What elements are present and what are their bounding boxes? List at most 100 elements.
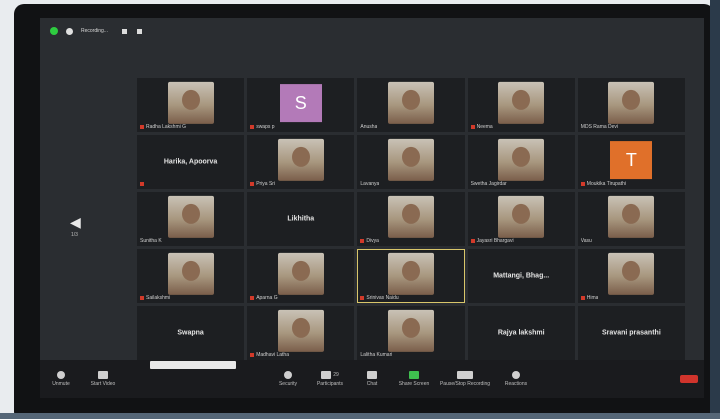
security-shield-icon[interactable] (50, 27, 58, 35)
page-indicator: 1/3 (71, 232, 78, 238)
participant-tile[interactable]: Jayasri Bhargavi (467, 192, 575, 246)
participant-video (498, 195, 545, 238)
pause-recording-icon[interactable] (121, 28, 127, 34)
recording-icon (66, 27, 73, 35)
participant-tile[interactable]: Sravani prasanthi (577, 306, 685, 360)
participant-tile[interactable]: Anusha (357, 78, 465, 132)
participant-name: Jayasri Bhargavi (470, 238, 514, 244)
chat-button[interactable]: Chat (351, 371, 393, 387)
recording-label: Recording... (81, 28, 108, 34)
muted-mic-icon (250, 295, 255, 300)
participant-tile[interactable]: Sswaps p (247, 78, 355, 132)
participant-name: Radha Lakshmi G (140, 124, 186, 130)
participant-tile[interactable]: Madhavi Latha (247, 306, 355, 360)
muted-mic-icon (140, 295, 144, 300)
participant-tile[interactable]: Lavanya (357, 135, 465, 189)
participants-button[interactable]: 29 Participants (309, 371, 351, 387)
top-bar: Recording... (40, 18, 704, 44)
security-button[interactable]: Security (267, 371, 309, 387)
participant-video (387, 138, 434, 181)
participant-tile[interactable]: Sunitha K (137, 192, 245, 246)
participant-video (608, 195, 655, 238)
participant-tile[interactable]: MDS Rama Devi (577, 78, 685, 132)
zoom-window: Recording... ◀ 1/3 Radha Lakshmi G Sswaps… (40, 18, 704, 398)
participant-tile[interactable]: Harika, Apoorva (137, 135, 245, 189)
participant-tile[interactable]: Priya Sri (247, 135, 355, 189)
participant-name: MDS Rama Devi (580, 124, 619, 130)
muted-mic-icon (140, 181, 144, 186)
participant-video (608, 81, 655, 124)
desk-edge (0, 413, 720, 419)
participant-name (140, 181, 146, 187)
muted-mic-icon (580, 295, 585, 300)
participant-name: Srinivas Naidu (360, 295, 399, 301)
muted-mic-icon (250, 181, 255, 186)
participant-tile[interactable]: Rajya lakshmi (467, 306, 575, 360)
participant-name: Sailakshmi (140, 295, 170, 301)
participant-video (387, 195, 434, 238)
participant-video (387, 81, 434, 124)
participant-avatar: S (279, 84, 322, 123)
participant-video (387, 252, 434, 295)
participant-tile[interactable]: Swetha Jagirdar (467, 135, 575, 189)
participant-tile[interactable]: Hima (577, 249, 685, 303)
participant-tile[interactable]: Divya (357, 192, 465, 246)
stop-recording-icon[interactable] (136, 28, 142, 34)
participants-count: 29 (333, 372, 339, 378)
participant-name: Aparna G (250, 295, 278, 301)
participant-name: Neema (470, 124, 493, 130)
end-meeting-button[interactable] (680, 375, 698, 383)
meeting-toolbar: Unmute Start Video Security 29 Participa… (40, 360, 704, 398)
start-video-button[interactable]: Start Video (82, 371, 124, 387)
gallery-grid: Radha Lakshmi G Sswaps p Anusha Neema MDS Ra… (137, 78, 685, 360)
muted-mic-icon (250, 124, 255, 129)
participant-video (277, 138, 324, 181)
microphone-icon (57, 371, 65, 379)
participant-tile[interactable]: Radha Lakshmi G (137, 78, 245, 132)
participant-video (167, 81, 214, 124)
participant-tile[interactable]: Vasu (577, 192, 685, 246)
reactions-button[interactable]: Reactions (495, 371, 537, 387)
participant-tile[interactable]: Lalitha Kumari (357, 306, 465, 360)
shield-icon (284, 371, 292, 379)
pause-stop-recording-button[interactable]: Pause/Stop Recording (435, 371, 495, 387)
participant-name: Lalitha Kumari (360, 352, 393, 358)
chat-bubble-icon (367, 371, 377, 379)
muted-mic-icon (360, 295, 365, 300)
participant-avatar: T (610, 141, 653, 180)
participant-center-name: Harika, Apoorva (163, 158, 218, 166)
participant-name: Moukika Tirupathi (580, 181, 626, 187)
unmute-button[interactable]: Unmute (40, 371, 82, 387)
participant-video (608, 252, 655, 295)
muted-mic-icon (470, 124, 475, 129)
people-icon (321, 371, 332, 379)
participant-center-name: Rajya lakshmi (497, 329, 545, 337)
notification-bar (150, 361, 236, 369)
participant-tile[interactable]: Srinivas Naidu (357, 249, 465, 303)
participant-video (387, 309, 434, 352)
share-screen-button[interactable]: Share Screen (393, 371, 435, 387)
muted-mic-icon (580, 181, 585, 186)
participant-tile[interactable]: T Moukika Tirupathi (577, 135, 685, 189)
participant-video (498, 81, 545, 124)
participant-name: Vasu (580, 238, 592, 244)
participant-tile[interactable]: Sailakshmi (137, 249, 245, 303)
participant-tile[interactable]: Mattangi, Bhag... (467, 249, 575, 303)
participant-center-name: Likhitha (287, 215, 315, 223)
participant-name: Lavanya (360, 181, 380, 187)
participant-video (498, 138, 545, 181)
previous-page-arrow-icon[interactable]: ◀ (70, 214, 81, 231)
participant-tile[interactable]: Swapna (137, 306, 245, 360)
muted-mic-icon (360, 238, 365, 243)
participant-video (277, 309, 324, 352)
muted-mic-icon (250, 352, 255, 357)
camera-icon (98, 371, 108, 379)
participant-tile[interactable]: Aparna G (247, 249, 355, 303)
participant-name: Sunitha K (140, 238, 162, 244)
share-screen-icon (409, 371, 419, 379)
participant-tile[interactable]: Neema (467, 78, 575, 132)
participant-tile[interactable]: Likhitha (247, 192, 355, 246)
participant-name: Priya Sri (250, 181, 275, 187)
participant-name: Anusha (360, 124, 378, 130)
participant-center-name: Mattangi, Bhag... (493, 272, 550, 280)
